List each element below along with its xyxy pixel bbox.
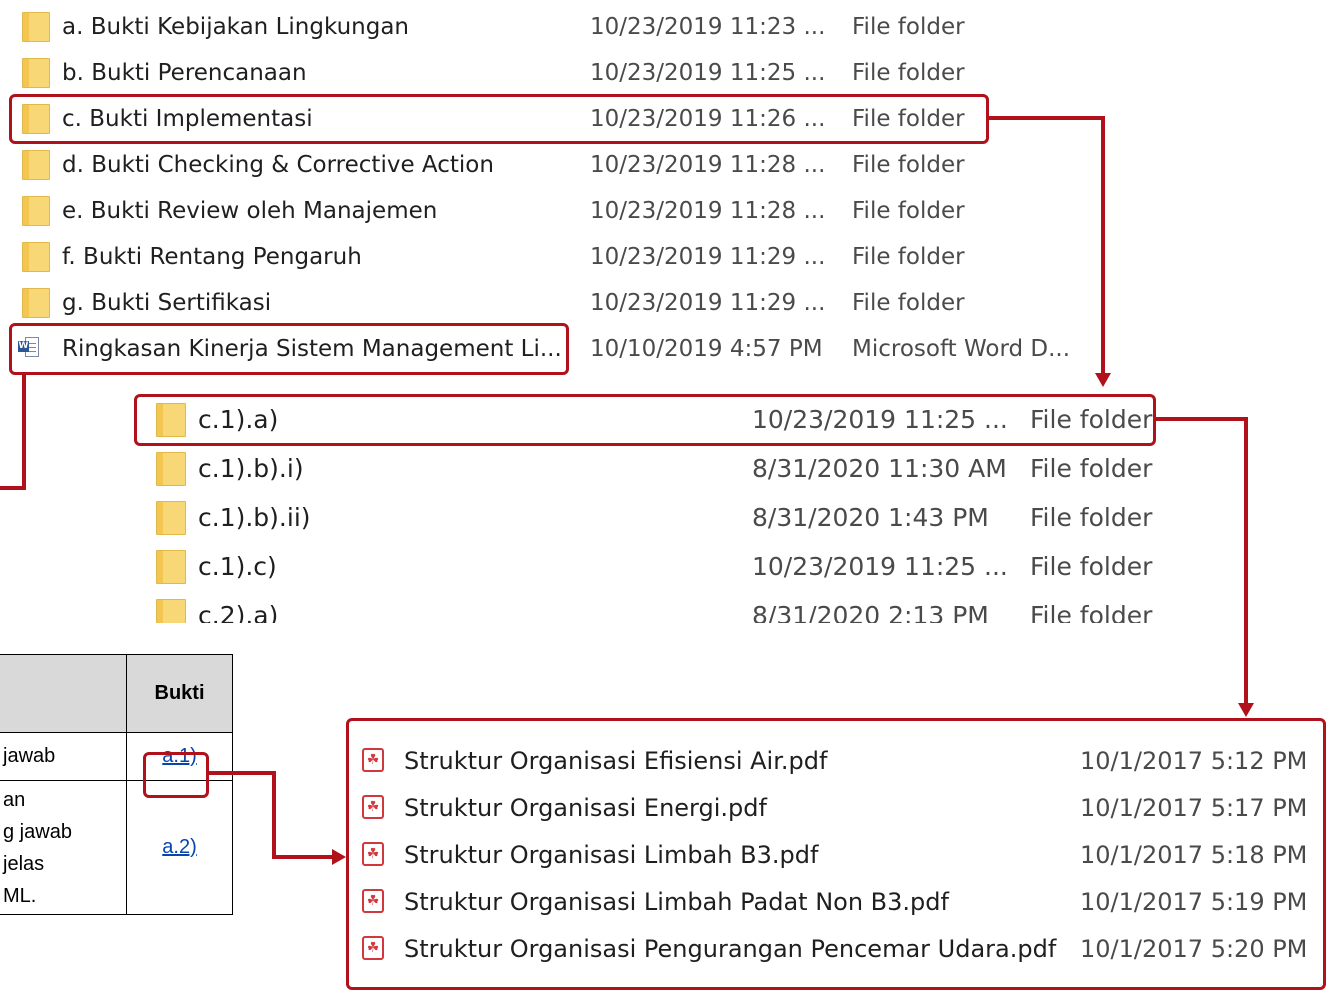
file-type: File folder — [1030, 601, 1153, 623]
file-type: File folder — [852, 290, 965, 316]
header-cell-bukti: Bukti — [126, 654, 233, 733]
folder-icon — [22, 196, 50, 226]
file-type: File folder — [1030, 454, 1153, 483]
file-row[interactable]: a. Bukti Kebijakan Lingkungan 10/23/2019 … — [0, 4, 1000, 50]
file-type: File folder — [1030, 552, 1153, 581]
file-name: c.1).c) — [198, 552, 277, 581]
connector-line — [272, 855, 334, 859]
file-name: c.2).a) — [198, 601, 279, 623]
highlight-pdf-list — [346, 718, 1326, 990]
file-name: d. Bukti Checking & Corrective Action — [62, 152, 494, 178]
arrow-down-icon — [1095, 373, 1111, 387]
file-type: File folder — [852, 60, 965, 86]
file-row[interactable]: e. Bukti Review oleh Manajemen 10/23/2019… — [0, 188, 1000, 234]
file-date: 10/23/2019 11:23 ... — [590, 14, 826, 40]
connector-line — [0, 486, 26, 490]
connector-line — [272, 771, 276, 859]
folder-icon — [156, 501, 186, 535]
table-cell-description: an g jawab jelas ML. — [0, 780, 127, 915]
connector-line — [1155, 417, 1248, 421]
connector-line — [208, 771, 276, 775]
file-row[interactable]: f. Bukti Rentang Pengaruh 10/23/2019 11:2… — [0, 234, 1000, 280]
file-type: File folder — [852, 152, 965, 178]
file-row[interactable]: d. Bukti Checking & Corrective Action 10/… — [0, 142, 1000, 188]
folder-icon — [22, 288, 50, 318]
cell-text-line: jelas — [3, 852, 45, 875]
file-row[interactable]: b. Bukti Perencanaan 10/23/2019 11:25 ...… — [0, 50, 1000, 96]
file-row[interactable]: c.2).a) 8/31/2020 2:13 PM File folder — [140, 591, 1170, 623]
connector-line — [22, 374, 26, 490]
file-row[interactable]: c.1).c) 10/23/2019 11:25 ... File folder — [140, 542, 1170, 591]
folder-icon — [22, 58, 50, 88]
file-type: File folder — [1030, 503, 1153, 532]
highlight-c1a-row — [134, 394, 1156, 446]
file-name: c.1).b).ii) — [198, 503, 311, 532]
arrow-right-icon — [332, 849, 346, 865]
file-name: b. Bukti Perencanaan — [62, 60, 307, 86]
file-row[interactable]: g. Bukti Sertifikasi 10/23/2019 11:29 ...… — [0, 280, 1000, 326]
file-name: e. Bukti Review oleh Manajemen — [62, 198, 438, 224]
file-date: 10/23/2019 11:28 ... — [590, 152, 826, 178]
file-type: Microsoft Word D... — [852, 336, 1071, 362]
file-type: File folder — [852, 198, 965, 224]
file-date: 8/31/2020 11:30 AM — [752, 454, 1007, 483]
highlight-link-a1 — [143, 752, 209, 798]
file-date: 10/10/2019 4:57 PM — [590, 336, 823, 362]
highlight-ringkasan-row — [9, 323, 569, 375]
file-name: c.1).b).i) — [198, 454, 304, 483]
folder-icon — [156, 452, 186, 486]
file-date: 10/23/2019 11:29 ... — [590, 244, 826, 270]
folder-icon — [22, 242, 50, 272]
highlight-implementasi-row — [9, 94, 989, 144]
folder-icon — [22, 12, 50, 42]
cell-text-line: an — [3, 788, 26, 811]
file-type: File folder — [852, 14, 965, 40]
file-date: 10/23/2019 11:25 ... — [752, 552, 1008, 581]
cell-text-line: ML. — [3, 884, 37, 907]
file-date: 8/31/2020 2:13 PM — [752, 601, 989, 623]
file-date: 10/23/2019 11:28 ... — [590, 198, 826, 224]
file-type: File folder — [852, 244, 965, 270]
file-name: f. Bukti Rentang Pengaruh — [62, 244, 362, 270]
table-row: an g jawab jelas ML. a.2) — [0, 780, 233, 915]
folder-icon — [22, 150, 50, 180]
file-date: 8/31/2020 1:43 PM — [752, 503, 989, 532]
file-row[interactable]: c.1).b).ii) 8/31/2020 1:43 PM File folder — [140, 493, 1170, 542]
file-date: 10/23/2019 11:29 ... — [590, 290, 826, 316]
file-name: g. Bukti Sertifikasi — [62, 290, 272, 316]
table-header-row: Bukti — [0, 654, 233, 733]
arrow-down-icon — [1238, 703, 1254, 717]
file-name: a. Bukti Kebijakan Lingkungan — [62, 14, 409, 40]
evidence-link-a2[interactable]: a.2) — [162, 836, 196, 858]
connector-line — [1244, 417, 1248, 703]
table-cell-description: jawab — [0, 732, 127, 781]
header-cell-description — [0, 654, 127, 733]
cell-text-line: jawab — [3, 745, 56, 767]
file-row[interactable]: c.1).b).i) 8/31/2020 11:30 AM File folder — [140, 444, 1170, 493]
table-cell-link: a.2) — [126, 780, 233, 915]
connector-line — [988, 116, 1105, 120]
file-date: 10/23/2019 11:25 ... — [590, 60, 826, 86]
cell-text-line: g jawab — [3, 820, 72, 843]
connector-line — [1101, 116, 1105, 374]
folder-icon — [156, 550, 186, 584]
folder-icon — [156, 599, 186, 623]
